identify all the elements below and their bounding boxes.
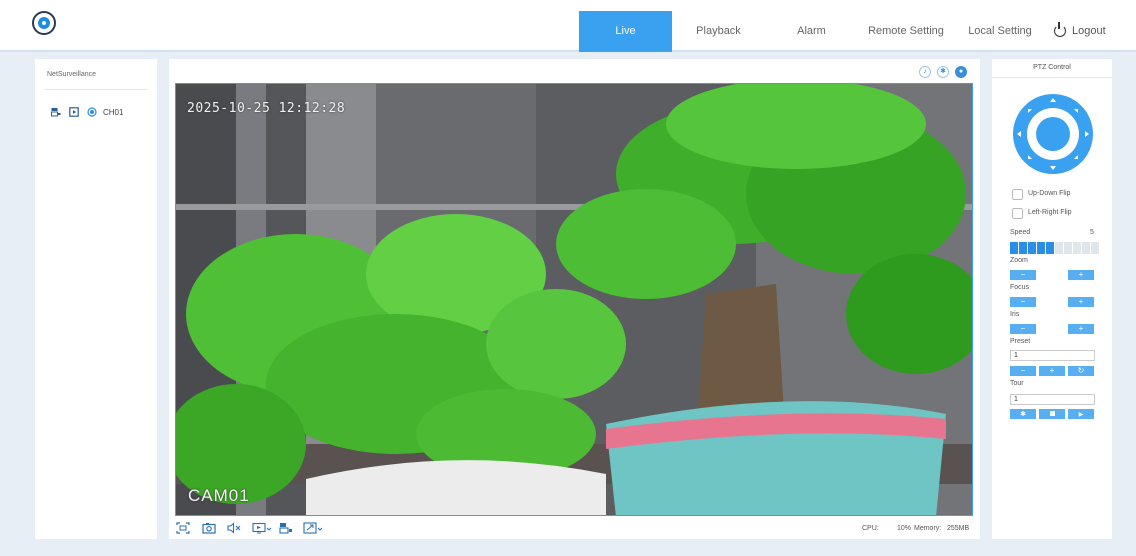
preset-label: Preset (1010, 338, 1031, 345)
ptz-title: PTZ Control (1033, 64, 1071, 71)
fullscreen-icon[interactable] (303, 522, 323, 534)
power-icon (1054, 22, 1066, 37)
osd-timestamp: 2025-10-25 12:12:28 (187, 101, 346, 116)
divider (45, 89, 147, 90)
channel-label: CH01 (103, 108, 124, 117)
speed-segment[interactable] (1091, 242, 1099, 254)
device-tree-panel: NetSurveillance CH01 (35, 59, 157, 539)
stream-select-icon[interactable] (252, 522, 272, 534)
divider (992, 77, 1112, 78)
refresh-icon: ↻ (1077, 366, 1085, 375)
nav-alarm[interactable]: Alarm (765, 11, 858, 52)
live-dot-icon[interactable] (87, 107, 97, 117)
speed-segment[interactable] (1010, 242, 1018, 254)
tour-stop-button[interactable] (1039, 409, 1065, 419)
zoom-out-button[interactable]: − (1010, 270, 1036, 280)
mute-icon[interactable] (227, 522, 241, 534)
focus-minus-button[interactable]: − (1010, 297, 1036, 307)
speed-segment[interactable] (1055, 242, 1063, 254)
talk-icon[interactable]: ● (955, 66, 967, 78)
preset-input[interactable]: 1 (1010, 350, 1095, 361)
logout-button[interactable]: Logout (1054, 11, 1106, 52)
ptz-control-panel: PTZ Control Up-Down Flip Left-Right Flip… (992, 59, 1112, 539)
osd-camera-name: CAM01 (188, 486, 250, 505)
tour-settings-button[interactable]: ✱ (1010, 409, 1036, 419)
iris-minus-button[interactable]: − (1010, 324, 1036, 334)
iris-plus-button[interactable]: + (1068, 324, 1094, 334)
live-view-panel: ♪ ✱ ● 2025-10-25 12:12:28 CAM01 CPU: 10%… (169, 59, 980, 539)
updown-flip-label: Up-Down Flip (1028, 190, 1071, 197)
zoom-in-button[interactable]: + (1068, 270, 1094, 280)
speed-segment[interactable] (1037, 242, 1045, 254)
nav-local-setting[interactable]: Local Setting (954, 11, 1046, 52)
video-frame (176, 84, 972, 515)
speed-segment[interactable] (1028, 242, 1036, 254)
speed-segment[interactable] (1064, 242, 1072, 254)
device-tree-title: NetSurveillance (47, 71, 97, 78)
top-header: Live Playback Alarm Remote Setting Local… (0, 0, 1136, 52)
focus-label: Focus (1010, 284, 1030, 291)
preset-add-button[interactable]: + (1039, 366, 1065, 376)
speaker-icon[interactable]: ✱ (937, 66, 949, 78)
speed-segment[interactable] (1046, 242, 1054, 254)
speed-label: Speed (1010, 229, 1031, 236)
microphone-icon[interactable]: ♪ (919, 66, 931, 78)
speed-segment[interactable] (1073, 242, 1081, 254)
speed-segment[interactable] (1082, 242, 1090, 254)
stop-icon (1049, 411, 1055, 417)
preset-goto-button[interactable]: ↻ (1068, 366, 1094, 376)
speed-segment[interactable] (1019, 242, 1027, 254)
play-square-icon[interactable] (69, 107, 79, 117)
leftright-flip-checkbox[interactable] (1012, 208, 1023, 219)
fit-window-icon[interactable] (176, 522, 190, 534)
snapshot-camera-icon[interactable] (202, 522, 216, 534)
memory-value: 255MB (947, 525, 970, 532)
tour-input[interactable]: 1 (1010, 394, 1095, 405)
leftright-flip-label: Left-Right Flip (1028, 209, 1072, 216)
nav-live[interactable]: Live (579, 11, 672, 52)
tour-play-button[interactable]: ▶ (1068, 409, 1094, 419)
cpu-label: CPU: (862, 525, 879, 532)
memory-label: Memory: (914, 525, 942, 532)
tour-label: Tour (1010, 380, 1024, 387)
preset-delete-button[interactable]: − (1010, 366, 1036, 376)
logout-label: Logout (1072, 25, 1106, 37)
speed-value: 5 (1090, 229, 1094, 236)
zoom-label: Zoom (1010, 257, 1028, 264)
play-icon: ▶ (1078, 412, 1084, 418)
nav-remote-setting[interactable]: Remote Setting (858, 11, 954, 52)
camera-record-icon[interactable] (51, 107, 61, 117)
updown-flip-checkbox[interactable] (1012, 189, 1023, 200)
gear-icon: ✱ (1020, 411, 1026, 418)
ptz-joystick[interactable] (1012, 93, 1094, 175)
record-icon[interactable] (279, 522, 293, 534)
nav-playback[interactable]: Playback (672, 11, 765, 52)
iris-label: Iris (1010, 311, 1020, 318)
cpu-value: 10% (897, 525, 912, 532)
focus-plus-button[interactable]: + (1068, 297, 1094, 307)
app-logo-icon (32, 11, 56, 35)
video-viewport[interactable]: 2025-10-25 12:12:28 CAM01 (175, 83, 973, 516)
